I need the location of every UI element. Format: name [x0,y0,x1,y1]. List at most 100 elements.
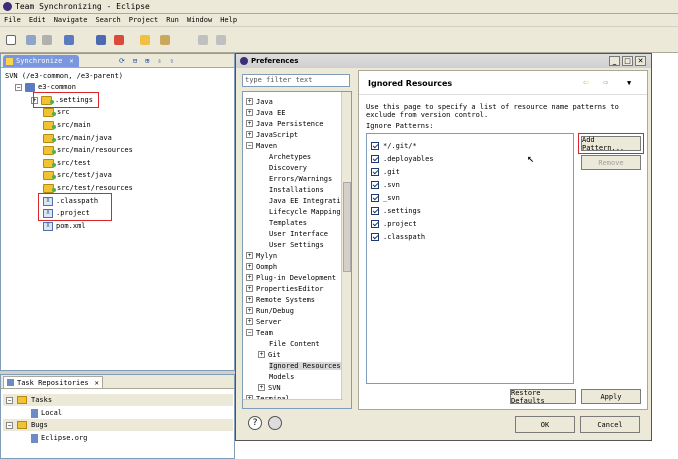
run-icon[interactable] [114,35,124,45]
repo-item-eclipse-org[interactable]: Eclipse.org [31,432,87,444]
back-icon[interactable] [198,35,208,45]
apply-button[interactable]: Apply [581,389,641,404]
sync-refresh-icon[interactable]: ⟳ [119,57,125,65]
close-button[interactable]: ✕ [635,56,646,66]
menu-file[interactable]: File [4,16,21,24]
import-export-icon[interactable] [268,416,282,430]
nav-javascript[interactable]: + JavaScript [246,129,298,140]
nav-mylyn[interactable]: + Mylyn [246,250,277,261]
nav-team[interactable]: − Team [246,327,273,338]
nav-archetypes[interactable]: Archetypes [269,151,311,162]
sync-expand-icon[interactable]: ⊞ [145,57,149,65]
collapse-toggle-icon[interactable]: − [246,329,253,336]
collapse-toggle-icon[interactable]: − [15,83,22,91]
view-menu-icon[interactable]: ▼ [627,79,631,87]
pattern-item[interactable]: .settings [371,205,421,216]
menu-navigate[interactable]: Navigate [54,16,88,24]
nav-file-content[interactable]: File Content [269,338,320,349]
forward-nav-icon[interactable]: ⇨ [603,78,608,88]
tree-item-src-main[interactable]: src/main [43,119,91,131]
sync-toolbar-icons[interactable]: ⟳ ⊟ ⊞ ⇩ ⇧ [119,57,174,65]
sync-collapse-icon[interactable]: ⊟ [133,57,137,65]
nav-ignored-resources[interactable]: Ignored Resources [269,360,341,371]
menu-search[interactable]: Search [95,16,120,24]
pattern-item[interactable]: .project [371,218,417,229]
sync-down-icon[interactable]: ⇩ [157,57,161,65]
category-tasks[interactable]: − Tasks [3,394,233,406]
save-icon[interactable] [26,35,36,45]
nav-lifecycle-mappings[interactable]: Lifecycle Mappings [269,206,345,217]
menu-window[interactable]: Window [187,16,212,24]
pattern-checkbox[interactable] [371,232,379,241]
expand-toggle-icon[interactable]: + [258,384,265,391]
open-folder-icon[interactable] [140,35,150,45]
pattern-checkbox[interactable] [371,219,379,228]
nav-remote-systems[interactable]: + Remote Systems [246,294,315,305]
pattern-item[interactable]: .svn [371,179,400,190]
expand-toggle-icon[interactable]: + [246,252,253,259]
forward-icon[interactable] [216,35,226,45]
filter-input[interactable]: type filter text [242,74,350,87]
tab-task-repositories[interactable]: Task Repositories ✕ [3,376,103,388]
pattern-checkbox[interactable] [371,180,379,189]
nav-svn[interactable]: + SVN [258,382,281,393]
expand-toggle-icon[interactable]: + [246,120,253,127]
category-bugs[interactable]: − Bugs [3,419,233,431]
remove-button[interactable]: Remove [581,155,641,170]
edit-icon[interactable] [160,35,170,45]
scrollbar-thumb[interactable] [343,182,351,272]
back-nav-icon[interactable]: ⇦ [583,78,588,88]
collapse-toggle-icon[interactable]: − [6,421,13,429]
nav-maven[interactable]: − Maven [246,140,277,151]
nav-vertical-scrollbar[interactable] [341,92,351,408]
nav-installations[interactable]: Installations [269,184,324,195]
expand-toggle-icon[interactable]: + [258,351,265,358]
pattern-checkbox[interactable] [371,193,379,202]
nav-errors-warnings[interactable]: Errors/Warnings [269,173,332,184]
pattern-item[interactable]: .git [371,166,400,177]
tree-item-src-main-resources[interactable]: src/main/resources [43,144,133,156]
pattern-item[interactable]: .deployables [371,153,434,164]
print-icon[interactable] [42,35,52,45]
expand-toggle-icon[interactable]: + [246,109,253,116]
sync-icon[interactable] [64,35,74,45]
expand-toggle-icon[interactable]: + [246,263,253,270]
pattern-checkbox[interactable] [371,154,379,163]
debug-icon[interactable] [96,35,106,45]
tab-synchronize[interactable]: Synchronize ✕ [3,55,79,67]
pattern-checkbox[interactable] [371,141,379,150]
nav-properties-editor[interactable]: + PropertiesEditor [246,283,323,294]
nav-oomph[interactable]: + Oomph [246,261,277,272]
menu-help[interactable]: Help [220,16,237,24]
new-icon[interactable] [6,35,16,45]
tree-item-pom[interactable]: X pom.xml [43,220,86,232]
pattern-checkbox[interactable] [371,167,379,176]
sync-up-icon[interactable]: ⇧ [170,57,174,65]
expand-toggle-icon[interactable]: + [246,307,253,314]
pattern-item[interactable]: _svn [371,192,400,203]
menu-run[interactable]: Run [166,16,179,24]
tree-item-src-main-java[interactable]: src/main/java [43,132,112,144]
close-icon[interactable]: ✕ [95,379,99,387]
nav-discovery[interactable]: Discovery [269,162,307,173]
nav-git[interactable]: + Git [258,349,281,360]
menu-edit[interactable]: Edit [29,16,46,24]
pattern-checkbox[interactable] [371,206,379,215]
nav-java-ee-integration[interactable]: Java EE Integratio [269,195,345,206]
nav-user-interface[interactable]: User Interface [269,228,328,239]
expand-toggle-icon[interactable]: + [246,131,253,138]
nav-user-settings[interactable]: User Settings [269,239,324,250]
expand-toggle-icon[interactable]: + [246,274,253,281]
minimize-button[interactable]: _ [609,56,620,66]
tree-item-src-test[interactable]: src/test [43,157,91,169]
maximize-button[interactable]: □ [622,56,633,66]
nav-java[interactable]: + Java [246,96,273,107]
nav-run-debug[interactable]: + Run/Debug [246,305,294,316]
tree-item-src-test-java[interactable]: src/test/java [43,169,112,181]
menu-project[interactable]: Project [129,16,159,24]
nav-models[interactable]: Models [269,371,294,382]
nav-horizontal-scrollbar[interactable] [243,399,343,408]
repo-item-local[interactable]: Local [31,407,62,419]
close-icon[interactable]: ✕ [69,57,73,65]
nav-java-persistence[interactable]: + Java Persistence [246,118,323,129]
